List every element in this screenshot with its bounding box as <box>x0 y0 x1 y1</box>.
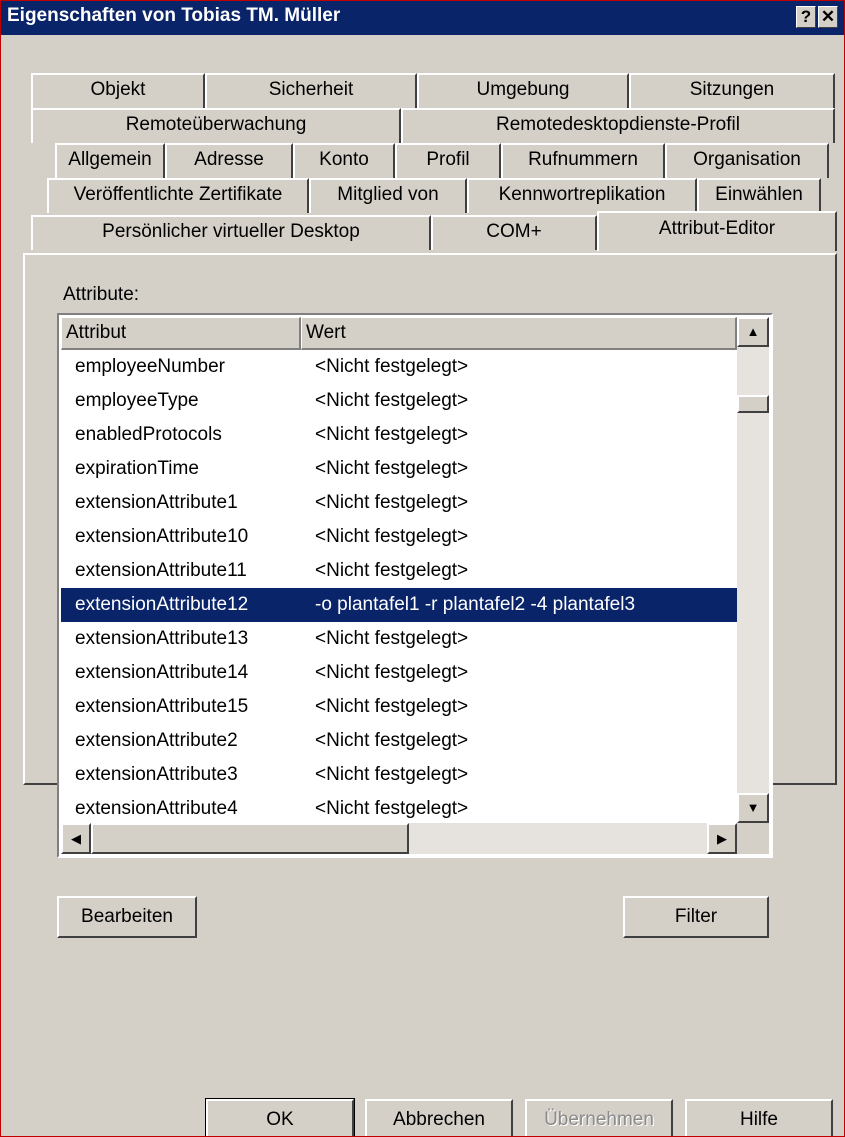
attribute-value: <Nicht festgelegt> <box>315 356 469 377</box>
scroll-right-arrow-icon[interactable]: ▶ <box>707 823 737 854</box>
list-row[interactable]: extensionAttribute11 <Nicht festgelegt> <box>61 554 737 588</box>
edit-button-label: Bearbeiten <box>81 906 173 927</box>
tab-mitglied-von[interactable]: Mitglied von <box>309 178 467 213</box>
attribute-name: enabledProtocols <box>75 424 222 445</box>
list-row[interactable]: extensionAttribute13 <Nicht festgelegt> <box>61 622 737 656</box>
tab-veroeffentlichte-zertifikate[interactable]: Veröffentlichte Zertifikate <box>47 178 309 213</box>
attribute-value: <Nicht festgelegt> <box>315 390 469 411</box>
list-row[interactable]: extensionAttribute15 <Nicht festgelegt> <box>61 690 737 724</box>
attribute-name: extensionAttribute1 <box>75 492 238 513</box>
list-header: Attribut Wert <box>61 317 737 350</box>
attributes-label: Attribute: <box>63 284 140 305</box>
scroll-left-arrow-icon[interactable]: ◀ <box>61 823 91 854</box>
tab-einwaehlen[interactable]: Einwählen <box>697 178 821 213</box>
cancel-button[interactable]: Abbrechen <box>365 1099 513 1136</box>
tab-objekt[interactable]: Objekt <box>31 73 205 108</box>
list-row[interactable]: extensionAttribute2 <Nicht festgelegt> <box>61 724 737 758</box>
vertical-scroll-thumb[interactable] <box>737 395 769 413</box>
scroll-corner <box>737 823 769 854</box>
tab-rufnummern[interactable]: Rufnummern <box>501 143 665 178</box>
list-row[interactable]: extensionAttribute3 <Nicht festgelegt> <box>61 758 737 792</box>
attribute-value: <Nicht festgelegt> <box>315 628 469 649</box>
list-row[interactable]: extensionAttribute1 <Nicht festgelegt> <box>61 486 737 520</box>
tab-remoteueberwachung[interactable]: Remoteüberwachung <box>31 108 401 143</box>
column-header-attribut[interactable]: Attribut <box>61 317 301 350</box>
attribute-value: -o plantafel1 -r plantafel2 -4 plantafel… <box>315 594 636 615</box>
list-row[interactable]: extensionAttribute10 <Nicht festgelegt> <box>61 520 737 554</box>
horizontal-scroll-thumb[interactable] <box>91 823 409 854</box>
edit-button[interactable]: Bearbeiten <box>57 896 197 938</box>
attribute-value: <Nicht festgelegt> <box>315 560 469 581</box>
tab-attribut-editor[interactable]: Attribut-Editor <box>597 211 837 251</box>
tab-konto[interactable]: Konto <box>293 143 395 178</box>
scroll-down-arrow-icon[interactable]: ▼ <box>737 793 769 823</box>
attribute-name: extensionAttribute10 <box>75 526 249 547</box>
attribute-name: employeeNumber <box>75 356 225 377</box>
attribute-name: extensionAttribute15 <box>75 696 249 717</box>
cancel-button-label: Abbrechen <box>393 1109 485 1130</box>
tab-sicherheit[interactable]: Sicherheit <box>205 73 417 108</box>
attribute-name: extensionAttribute14 <box>75 662 249 683</box>
vertical-scrollbar[interactable]: ▲ ▼ <box>737 317 769 823</box>
column-header-wert[interactable]: Wert <box>301 317 737 350</box>
tab-profil[interactable]: Profil <box>395 143 501 178</box>
attribute-value: <Nicht festgelegt> <box>315 458 469 479</box>
attribute-list[interactable]: Attribut Wert employeeNumber <Nicht festg… <box>57 313 773 858</box>
attribute-value: <Nicht festgelegt> <box>315 424 469 445</box>
properties-dialog: Eigenschaften von Tobias TM. Müller ? ✕ … <box>0 0 845 1137</box>
attribute-name: extensionAttribute3 <box>75 764 238 785</box>
apply-button[interactable]: Übernehmen <box>525 1099 673 1136</box>
attribute-value: <Nicht festgelegt> <box>315 492 469 513</box>
attribute-name: extensionAttribute11 <box>75 560 247 581</box>
attribute-name: employeeType <box>75 390 199 411</box>
ok-button-label: OK <box>266 1109 294 1130</box>
filter-button[interactable]: Filter <box>623 896 769 938</box>
horizontal-scrollbar[interactable]: ◀ ▶ <box>61 823 737 854</box>
tab-persoenlicher-virtueller-desktop[interactable]: Persönlicher virtueller Desktop <box>31 215 431 250</box>
list-row[interactable]: extensionAttribute12 -o plantafel1 -r pla… <box>61 588 737 622</box>
tab-remotedesktopdienste-profil[interactable]: Remotedesktopdienste-Profil <box>401 108 835 143</box>
tab-com-plus[interactable]: COM+ <box>431 215 597 250</box>
ok-button[interactable]: OK <box>205 1098 355 1136</box>
help-icon[interactable]: ? <box>796 6 816 28</box>
help-button[interactable]: Hilfe <box>685 1099 833 1136</box>
attribute-name: extensionAttribute2 <box>75 730 238 751</box>
window-title: Eigenschaften von Tobias TM. Müller <box>7 5 341 26</box>
tab-sitzungen[interactable]: Sitzungen <box>629 73 835 108</box>
attribute-value: <Nicht festgelegt> <box>315 526 469 547</box>
tab-kennwortreplikation[interactable]: Kennwortreplikation <box>467 178 697 213</box>
attribute-name: extensionAttribute13 <box>75 628 249 649</box>
attribute-name: extensionAttribute12 <box>75 594 249 615</box>
list-row[interactable]: employeeType <Nicht festgelegt> <box>61 384 737 418</box>
attribute-value: <Nicht festgelegt> <box>315 730 469 751</box>
attribute-name: expirationTime <box>75 458 199 479</box>
list-row[interactable]: extensionAttribute14 <Nicht festgelegt> <box>61 656 737 690</box>
attribute-name: extensionAttribute4 <box>75 798 238 819</box>
list-row[interactable]: enabledProtocols <Nicht festgelegt> <box>61 418 737 452</box>
close-icon[interactable]: ✕ <box>818 6 838 28</box>
attribute-value: <Nicht festgelegt> <box>315 764 469 785</box>
attribute-value: <Nicht festgelegt> <box>315 798 469 819</box>
tab-allgemein[interactable]: Allgemein <box>55 143 165 178</box>
list-row[interactable]: expirationTime <Nicht festgelegt> <box>61 452 737 486</box>
filter-button-label: Filter <box>674 906 718 927</box>
attribute-value: <Nicht festgelegt> <box>315 662 469 683</box>
help-button-label: Hilfe <box>739 1109 778 1130</box>
scroll-up-arrow-icon[interactable]: ▲ <box>737 317 769 347</box>
tab-adresse[interactable]: Adresse <box>165 143 293 178</box>
list-row[interactable]: employeeNumber <Nicht festgelegt> <box>61 350 737 384</box>
list-rows: employeeNumber <Nicht festgelegt> employee… <box>61 350 737 826</box>
list-row[interactable]: extensionAttribute4 <Nicht festgelegt> <box>61 792 737 826</box>
tab-umgebung[interactable]: Umgebung <box>417 73 629 108</box>
title-bar[interactable]: Eigenschaften von Tobias TM. Müller ? ✕ <box>1 1 844 35</box>
attribute-value: <Nicht festgelegt> <box>315 696 469 717</box>
apply-button-label: Übernehmen <box>544 1109 654 1130</box>
tab-organisation[interactable]: Organisation <box>665 143 829 178</box>
